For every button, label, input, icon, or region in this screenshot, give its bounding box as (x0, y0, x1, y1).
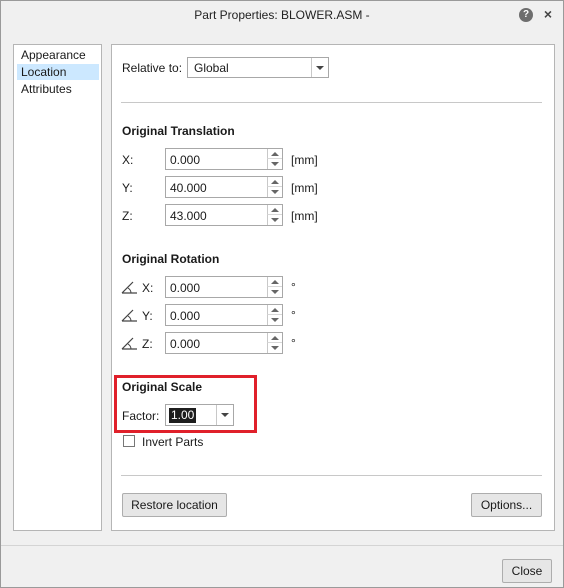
translation-z-unit: [mm] (291, 209, 318, 223)
rotation-y-label: Y: (142, 309, 153, 323)
angle-icon (121, 309, 137, 322)
spin-up-icon[interactable] (267, 333, 282, 343)
spin-up-icon[interactable] (267, 177, 282, 187)
invert-parts-checkbox[interactable] (123, 435, 135, 447)
close-x-icon[interactable]: × (541, 6, 555, 22)
dialog-window: Part Properties: BLOWER.ASM - ? × Appear… (0, 0, 564, 588)
translation-heading: Original Translation (122, 124, 235, 138)
spin-down-icon[interactable] (267, 343, 282, 353)
spin-up-icon[interactable] (267, 205, 282, 215)
sidebar-item-location[interactable]: Location (17, 64, 99, 80)
footer-divider (1, 545, 563, 546)
divider (121, 475, 542, 476)
translation-y-value: 40.000 (170, 181, 207, 195)
category-list: Appearance Location Attributes (13, 44, 102, 531)
translation-y-input[interactable]: 40.000 (165, 176, 283, 198)
spin-down-icon[interactable] (267, 215, 282, 225)
rotation-z-value: 0.000 (170, 337, 201, 351)
sidebar-item-attributes[interactable]: Attributes (17, 81, 99, 97)
rotation-y-value: 0.000 (170, 309, 201, 323)
spin-down-icon[interactable] (267, 159, 282, 169)
title-bar: Part Properties: BLOWER.ASM - ? × (1, 1, 563, 31)
rotation-z-unit: ° (291, 336, 296, 350)
translation-z-value: 43.000 (170, 209, 207, 223)
rotation-y-input[interactable]: 0.000 (165, 304, 283, 326)
rotation-y-unit: ° (291, 308, 296, 322)
relative-to-dropdown[interactable]: Global (187, 57, 329, 78)
spin-up-icon[interactable] (267, 149, 282, 159)
spin-down-icon[interactable] (267, 287, 282, 297)
relative-to-label: Relative to: (122, 61, 183, 75)
translation-y-label: Y: (122, 181, 133, 195)
rotation-z-input[interactable]: 0.000 (165, 332, 283, 354)
rotation-x-label: X: (142, 281, 154, 295)
rotation-x-unit: ° (291, 280, 296, 294)
spin-up-icon[interactable] (267, 305, 282, 315)
chevron-down-icon[interactable] (311, 58, 328, 77)
translation-x-unit: [mm] (291, 153, 318, 167)
rotation-heading: Original Rotation (122, 252, 220, 266)
translation-z-label: Z: (122, 209, 133, 223)
translation-z-input[interactable]: 43.000 (165, 204, 283, 226)
angle-icon (121, 281, 137, 294)
factor-label: Factor: (122, 409, 160, 423)
angle-icon (121, 337, 137, 350)
scale-heading: Original Scale (122, 380, 203, 394)
chevron-down-icon[interactable] (216, 405, 233, 425)
options-button[interactable]: Options... (471, 493, 542, 517)
rotation-z-label: Z: (142, 337, 153, 351)
rotation-x-value: 0.000 (170, 281, 201, 295)
sidebar-item-appearance[interactable]: Appearance (17, 47, 99, 63)
translation-x-input[interactable]: 0.000 (165, 148, 283, 170)
invert-parts-label[interactable]: Invert Parts (142, 435, 203, 449)
question-mark-icon[interactable]: ? (519, 8, 533, 22)
restore-location-button[interactable]: Restore location (122, 493, 227, 517)
scale-factor-combobox[interactable]: 1.00 (165, 404, 234, 426)
translation-y-unit: [mm] (291, 181, 318, 195)
scale-factor-value[interactable]: 1.00 (169, 408, 197, 423)
spin-up-icon[interactable] (267, 277, 282, 287)
window-title: Part Properties: BLOWER.ASM - (194, 8, 370, 22)
translation-x-value: 0.000 (170, 153, 201, 167)
divider (121, 102, 542, 103)
relative-to-value: Global (194, 61, 229, 75)
close-button[interactable]: Close (502, 559, 552, 583)
translation-x-label: X: (122, 153, 134, 167)
spin-down-icon[interactable] (267, 315, 282, 325)
spin-down-icon[interactable] (267, 187, 282, 197)
rotation-x-input[interactable]: 0.000 (165, 276, 283, 298)
